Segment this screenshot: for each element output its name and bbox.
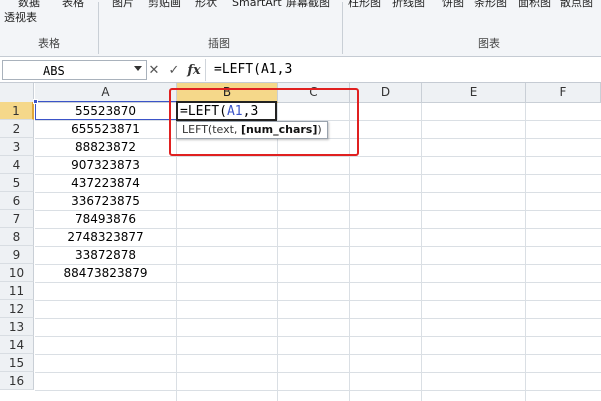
ribbon-item-area-chart[interactable]: 面积图 xyxy=(518,0,551,9)
row-header-7[interactable]: 7 xyxy=(0,210,34,228)
column-header-d[interactable]: D xyxy=(350,83,422,103)
tooltip-current-argument: [num_chars] xyxy=(240,123,318,136)
grid-line xyxy=(35,300,601,301)
function-tooltip[interactable]: LEFT(text, [num_chars]) xyxy=(176,121,328,139)
name-box-value: ABS xyxy=(43,64,65,78)
ribbon-group-illustrations: 插图 xyxy=(208,37,230,50)
edit-cell-text: =LEFT(A1,3 xyxy=(180,104,258,119)
ribbon-item-table[interactable]: 表格 xyxy=(62,0,84,9)
formula-bar: ABS ✕ ✓ fx =LEFT(A1,3 xyxy=(0,57,601,83)
cell-a1[interactable]: 55523870 xyxy=(35,102,176,120)
cell-a6[interactable]: 336723875 xyxy=(35,192,176,210)
ribbon-group-charts: 图表 xyxy=(478,37,500,50)
grid-line xyxy=(421,103,422,401)
column-header-c[interactable]: C xyxy=(278,83,350,103)
row-header-5[interactable]: 5 xyxy=(0,174,34,192)
row-header-15[interactable]: 15 xyxy=(0,354,34,372)
tooltip-function-signature: LEFT(text, xyxy=(182,123,241,136)
grid-line xyxy=(35,372,601,373)
cell-a10[interactable]: 88473823879 xyxy=(35,264,176,282)
grid-line xyxy=(35,354,601,355)
grid-line xyxy=(35,318,601,319)
ribbon-item-line-chart[interactable]: 折线图 xyxy=(392,0,425,9)
ribbon-separator xyxy=(98,2,99,54)
cell-a5[interactable]: 437223874 xyxy=(35,174,176,192)
ribbon-item-shapes[interactable]: 形状 xyxy=(195,0,217,9)
select-all-corner[interactable] xyxy=(0,83,34,103)
grid-line xyxy=(349,103,350,401)
ribbon-item-smartart[interactable]: SmartArt xyxy=(232,0,282,9)
grid-line xyxy=(35,390,601,391)
ribbon-item-column-chart[interactable]: 柱形图 xyxy=(348,0,381,9)
row-header-13[interactable]: 13 xyxy=(0,318,34,336)
row-header-10[interactable]: 10 xyxy=(0,264,34,282)
grid-line xyxy=(35,282,601,283)
edit-cell-reference: A1 xyxy=(226,104,243,119)
active-edit-cell-b1[interactable]: =LEFT(A1,3 xyxy=(176,101,277,121)
chevron-down-icon[interactable] xyxy=(134,66,142,71)
ribbon-item-scatter-chart[interactable]: 散点图 xyxy=(560,0,593,9)
ribbon: 数据 透视表 表格 表格 图片 剪贴画 形状 SmartArt 屏幕截图 插图 … xyxy=(0,0,601,57)
ribbon-item-pivot[interactable]: 数据 xyxy=(18,0,40,9)
check-icon[interactable]: ✓ xyxy=(165,61,183,79)
insert-function-icon[interactable]: fx xyxy=(185,61,203,79)
row-header-2[interactable]: 2 xyxy=(0,120,34,138)
grid-line xyxy=(176,103,177,401)
row-header-12[interactable]: 12 xyxy=(0,300,34,318)
column-header-b[interactable]: B xyxy=(177,83,278,103)
cell-a2[interactable]: 655523871 xyxy=(35,120,176,138)
column-header-e[interactable]: E xyxy=(422,83,526,103)
cell-a8[interactable]: 2748323877 xyxy=(35,228,176,246)
cell-a7[interactable]: 78493876 xyxy=(35,210,176,228)
tooltip-close-paren: ) xyxy=(317,123,322,136)
ribbon-separator xyxy=(342,2,343,54)
ribbon-group-tables: 表格 xyxy=(38,37,60,50)
grid-line xyxy=(525,103,526,401)
grid-line xyxy=(277,103,278,401)
cell-a3[interactable]: 88823872 xyxy=(35,138,176,156)
row-header-1[interactable]: 1 xyxy=(0,102,34,120)
cell-a4[interactable]: 907323873 xyxy=(35,156,176,174)
formula-input[interactable]: =LEFT(A1,3 xyxy=(214,62,292,77)
ribbon-item-bar-chart[interactable]: 条形图 xyxy=(474,0,507,9)
row-header-11[interactable]: 11 xyxy=(0,282,34,300)
row-header-14[interactable]: 14 xyxy=(0,336,34,354)
cell-a9[interactable]: 33872878 xyxy=(35,246,176,264)
edit-cell-prefix: =LEFT( xyxy=(180,104,227,119)
ribbon-item-screenshot[interactable]: 屏幕截图 xyxy=(286,0,330,9)
ribbon-item-pie-chart[interactable]: 饼图 xyxy=(442,0,464,9)
cancel-icon[interactable]: ✕ xyxy=(145,61,163,79)
name-box[interactable]: ABS xyxy=(2,60,147,80)
range-reference-handle[interactable] xyxy=(33,99,38,104)
row-header-4[interactable]: 4 xyxy=(0,156,34,174)
row-header-8[interactable]: 8 xyxy=(0,228,34,246)
row-header-3[interactable]: 3 xyxy=(0,138,34,156)
row-header-16[interactable]: 16 xyxy=(0,372,34,390)
column-header-f[interactable]: F xyxy=(526,83,601,103)
edit-cell-suffix: ,3 xyxy=(242,104,259,119)
ribbon-item-pivot-line2[interactable]: 透视表 xyxy=(4,12,37,24)
formula-bar-divider xyxy=(205,59,206,81)
row-header-6[interactable]: 6 xyxy=(0,192,34,210)
grid-line xyxy=(35,336,601,337)
ribbon-item-clipart[interactable]: 剪贴画 xyxy=(148,0,181,9)
row-header-9[interactable]: 9 xyxy=(0,246,34,264)
ribbon-item-picture[interactable]: 图片 xyxy=(112,0,134,9)
column-header-a[interactable]: A xyxy=(35,83,177,103)
